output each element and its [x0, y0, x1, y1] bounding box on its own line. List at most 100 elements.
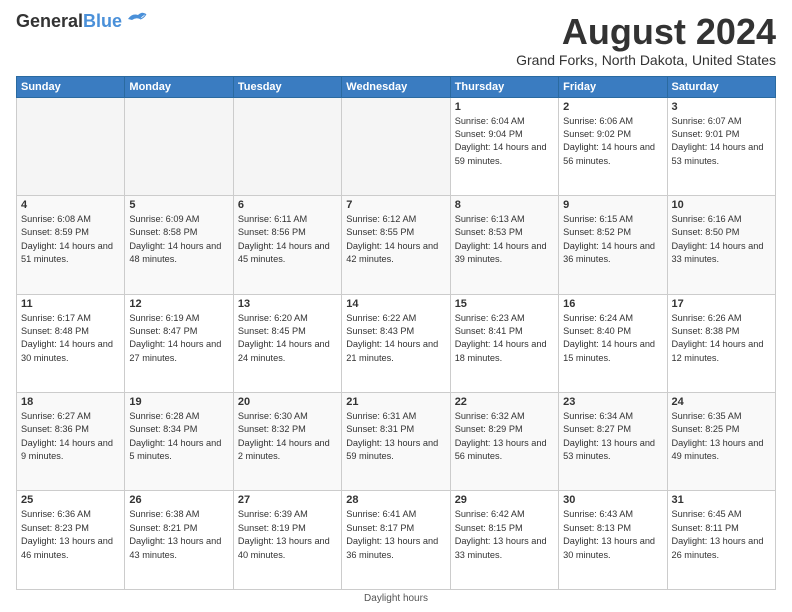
- calendar-day-7: 7 Sunrise: 6:12 AM Sunset: 8:55 PM Dayli…: [342, 196, 450, 294]
- logo-general: General: [16, 11, 83, 31]
- day-number: 13: [238, 298, 337, 310]
- day-number: 27: [238, 494, 337, 506]
- day-number: 3: [672, 101, 771, 113]
- calendar-day-24: 24 Sunrise: 6:35 AM Sunset: 8:25 PM Dayl…: [667, 393, 775, 491]
- day-number: 11: [21, 298, 120, 310]
- day-info: Sunrise: 6:36 AM Sunset: 8:23 PM Dayligh…: [21, 508, 120, 561]
- col-monday: Monday: [125, 76, 233, 97]
- day-info: Sunrise: 6:31 AM Sunset: 8:31 PM Dayligh…: [346, 410, 445, 463]
- day-number: 22: [455, 396, 554, 408]
- day-info: Sunrise: 6:07 AM Sunset: 9:01 PM Dayligh…: [672, 115, 771, 168]
- day-number: 21: [346, 396, 445, 408]
- col-tuesday: Tuesday: [233, 76, 341, 97]
- day-info: Sunrise: 6:08 AM Sunset: 8:59 PM Dayligh…: [21, 213, 120, 266]
- calendar-day-empty: [233, 97, 341, 195]
- day-number: 28: [346, 494, 445, 506]
- calendar-day-5: 5 Sunrise: 6:09 AM Sunset: 8:58 PM Dayli…: [125, 196, 233, 294]
- day-info: Sunrise: 6:42 AM Sunset: 8:15 PM Dayligh…: [455, 508, 554, 561]
- day-info: Sunrise: 6:28 AM Sunset: 8:34 PM Dayligh…: [129, 410, 228, 463]
- calendar-day-15: 15 Sunrise: 6:23 AM Sunset: 8:41 PM Dayl…: [450, 294, 558, 392]
- calendar-day-4: 4 Sunrise: 6:08 AM Sunset: 8:59 PM Dayli…: [17, 196, 125, 294]
- footer-daylight: Daylight hours: [16, 593, 776, 604]
- calendar-day-9: 9 Sunrise: 6:15 AM Sunset: 8:52 PM Dayli…: [559, 196, 667, 294]
- day-info: Sunrise: 6:16 AM Sunset: 8:50 PM Dayligh…: [672, 213, 771, 266]
- calendar-day-25: 25 Sunrise: 6:36 AM Sunset: 8:23 PM Dayl…: [17, 491, 125, 590]
- calendar-day-1: 1 Sunrise: 6:04 AM Sunset: 9:04 PM Dayli…: [450, 97, 558, 195]
- month-year: August 2024: [516, 12, 776, 52]
- day-info: Sunrise: 6:12 AM Sunset: 8:55 PM Dayligh…: [346, 213, 445, 266]
- day-number: 15: [455, 298, 554, 310]
- calendar-day-3: 3 Sunrise: 6:07 AM Sunset: 9:01 PM Dayli…: [667, 97, 775, 195]
- day-number: 25: [21, 494, 120, 506]
- day-info: Sunrise: 6:45 AM Sunset: 8:11 PM Dayligh…: [672, 508, 771, 561]
- day-number: 2: [563, 101, 662, 113]
- calendar-day-26: 26 Sunrise: 6:38 AM Sunset: 8:21 PM Dayl…: [125, 491, 233, 590]
- day-number: 1: [455, 101, 554, 113]
- location: Grand Forks, North Dakota, United States: [516, 52, 776, 68]
- day-info: Sunrise: 6:39 AM Sunset: 8:19 PM Dayligh…: [238, 508, 337, 561]
- day-info: Sunrise: 6:17 AM Sunset: 8:48 PM Dayligh…: [21, 312, 120, 365]
- calendar-day-29: 29 Sunrise: 6:42 AM Sunset: 8:15 PM Dayl…: [450, 491, 558, 590]
- calendar-day-empty: [342, 97, 450, 195]
- day-number: 4: [21, 199, 120, 211]
- day-number: 5: [129, 199, 228, 211]
- calendar-day-12: 12 Sunrise: 6:19 AM Sunset: 8:47 PM Dayl…: [125, 294, 233, 392]
- col-wednesday: Wednesday: [342, 76, 450, 97]
- calendar-day-11: 11 Sunrise: 6:17 AM Sunset: 8:48 PM Dayl…: [17, 294, 125, 392]
- day-number: 7: [346, 199, 445, 211]
- day-number: 20: [238, 396, 337, 408]
- day-number: 26: [129, 494, 228, 506]
- day-number: 10: [672, 199, 771, 211]
- calendar-day-30: 30 Sunrise: 6:43 AM Sunset: 8:13 PM Dayl…: [559, 491, 667, 590]
- col-friday: Friday: [559, 76, 667, 97]
- day-info: Sunrise: 6:23 AM Sunset: 8:41 PM Dayligh…: [455, 312, 554, 365]
- day-info: Sunrise: 6:20 AM Sunset: 8:45 PM Dayligh…: [238, 312, 337, 365]
- calendar-day-22: 22 Sunrise: 6:32 AM Sunset: 8:29 PM Dayl…: [450, 393, 558, 491]
- day-number: 18: [21, 396, 120, 408]
- calendar-day-10: 10 Sunrise: 6:16 AM Sunset: 8:50 PM Dayl…: [667, 196, 775, 294]
- calendar-day-23: 23 Sunrise: 6:34 AM Sunset: 8:27 PM Dayl…: [559, 393, 667, 491]
- calendar-day-16: 16 Sunrise: 6:24 AM Sunset: 8:40 PM Dayl…: [559, 294, 667, 392]
- calendar-week-4: 18 Sunrise: 6:27 AM Sunset: 8:36 PM Dayl…: [17, 393, 776, 491]
- calendar-day-8: 8 Sunrise: 6:13 AM Sunset: 8:53 PM Dayli…: [450, 196, 558, 294]
- calendar-day-19: 19 Sunrise: 6:28 AM Sunset: 8:34 PM Dayl…: [125, 393, 233, 491]
- day-number: 31: [672, 494, 771, 506]
- day-info: Sunrise: 6:13 AM Sunset: 8:53 PM Dayligh…: [455, 213, 554, 266]
- calendar-day-17: 17 Sunrise: 6:26 AM Sunset: 8:38 PM Dayl…: [667, 294, 775, 392]
- day-number: 14: [346, 298, 445, 310]
- day-info: Sunrise: 6:32 AM Sunset: 8:29 PM Dayligh…: [455, 410, 554, 463]
- day-info: Sunrise: 6:34 AM Sunset: 8:27 PM Dayligh…: [563, 410, 662, 463]
- day-info: Sunrise: 6:27 AM Sunset: 8:36 PM Dayligh…: [21, 410, 120, 463]
- day-info: Sunrise: 6:15 AM Sunset: 8:52 PM Dayligh…: [563, 213, 662, 266]
- calendar-day-31: 31 Sunrise: 6:45 AM Sunset: 8:11 PM Dayl…: [667, 491, 775, 590]
- day-info: Sunrise: 6:11 AM Sunset: 8:56 PM Dayligh…: [238, 213, 337, 266]
- day-number: 16: [563, 298, 662, 310]
- calendar-week-1: 1 Sunrise: 6:04 AM Sunset: 9:04 PM Dayli…: [17, 97, 776, 195]
- day-info: Sunrise: 6:09 AM Sunset: 8:58 PM Dayligh…: [129, 213, 228, 266]
- day-number: 23: [563, 396, 662, 408]
- page: GeneralBlue August 2024 Grand Forks, Nor…: [0, 0, 792, 612]
- calendar-day-27: 27 Sunrise: 6:39 AM Sunset: 8:19 PM Dayl…: [233, 491, 341, 590]
- day-number: 24: [672, 396, 771, 408]
- calendar-day-14: 14 Sunrise: 6:22 AM Sunset: 8:43 PM Dayl…: [342, 294, 450, 392]
- day-number: 30: [563, 494, 662, 506]
- calendar-day-empty: [125, 97, 233, 195]
- calendar-day-6: 6 Sunrise: 6:11 AM Sunset: 8:56 PM Dayli…: [233, 196, 341, 294]
- day-number: 8: [455, 199, 554, 211]
- day-info: Sunrise: 6:30 AM Sunset: 8:32 PM Dayligh…: [238, 410, 337, 463]
- calendar-week-2: 4 Sunrise: 6:08 AM Sunset: 8:59 PM Dayli…: [17, 196, 776, 294]
- col-thursday: Thursday: [450, 76, 558, 97]
- calendar-week-3: 11 Sunrise: 6:17 AM Sunset: 8:48 PM Dayl…: [17, 294, 776, 392]
- logo: GeneralBlue: [16, 12, 148, 32]
- calendar-day-13: 13 Sunrise: 6:20 AM Sunset: 8:45 PM Dayl…: [233, 294, 341, 392]
- title-block: August 2024 Grand Forks, North Dakota, U…: [516, 12, 776, 68]
- calendar-week-5: 25 Sunrise: 6:36 AM Sunset: 8:23 PM Dayl…: [17, 491, 776, 590]
- day-info: Sunrise: 6:24 AM Sunset: 8:40 PM Dayligh…: [563, 312, 662, 365]
- col-sunday: Sunday: [17, 76, 125, 97]
- calendar-day-21: 21 Sunrise: 6:31 AM Sunset: 8:31 PM Dayl…: [342, 393, 450, 491]
- day-info: Sunrise: 6:26 AM Sunset: 8:38 PM Dayligh…: [672, 312, 771, 365]
- calendar-header-row: Sunday Monday Tuesday Wednesday Thursday…: [17, 76, 776, 97]
- day-info: Sunrise: 6:38 AM Sunset: 8:21 PM Dayligh…: [129, 508, 228, 561]
- day-number: 6: [238, 199, 337, 211]
- day-number: 19: [129, 396, 228, 408]
